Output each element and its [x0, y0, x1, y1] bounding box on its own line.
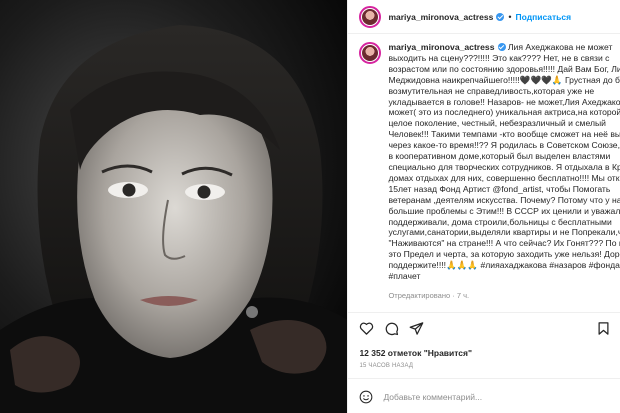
caption-verified-icon: [497, 43, 506, 51]
action-bar: [348, 312, 620, 341]
comment-row: [348, 378, 620, 413]
follow-button[interactable]: Подписаться: [516, 12, 572, 22]
emoji-icon[interactable]: [359, 390, 373, 404]
heart-icon[interactable]: [359, 321, 374, 336]
likes-count[interactable]: 12 352 отметок "Нравится": [359, 348, 472, 358]
comment-input[interactable]: [383, 391, 604, 402]
avatar[interactable]: [359, 5, 382, 28]
portrait-image: [0, 0, 348, 413]
posted-timestamp: 15 ЧАСОВ НАЗАД: [359, 363, 414, 369]
dot-separator: •: [508, 11, 512, 22]
caption-block: mariya_mironova_actress Лия Ахеджакова н…: [348, 38, 620, 318]
header-username[interactable]: mariya_mironova_actress: [388, 12, 493, 22]
comment-icon[interactable]: [384, 321, 399, 336]
caption-username[interactable]: mariya_mironova_actress: [388, 42, 494, 52]
caption-timestamp: Отредактировано · 7 ч.: [388, 291, 470, 300]
caption-text: Лия Ахеджакова не может выходить на сцен…: [388, 42, 620, 282]
verified-badge-icon: [496, 12, 505, 21]
bookmark-icon[interactable]: [596, 321, 611, 336]
post-sidebar: mariya_mironova_actress • Подписаться ma…: [347, 0, 620, 413]
post-photo[interactable]: [0, 0, 348, 413]
instagram-post-view: mariya_mironova_actress • Подписаться ma…: [0, 0, 620, 413]
post-caption: mariya_mironova_actress Лия Ахеджакова н…: [388, 42, 620, 282]
caption-avatar[interactable]: [359, 42, 382, 64]
post-header: mariya_mironova_actress • Подписаться: [348, 0, 620, 34]
share-icon[interactable]: [409, 321, 424, 336]
